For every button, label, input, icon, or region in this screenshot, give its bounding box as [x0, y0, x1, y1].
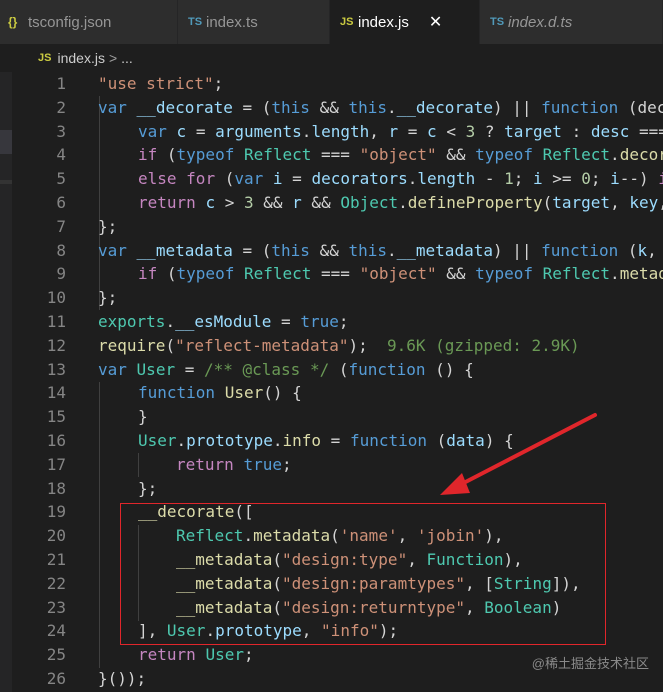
- code-line: 1 "use strict";: [0, 72, 663, 96]
- code-text: require("reflect-metadata"); 9.6K (gzipp…: [98, 335, 580, 355]
- code-line: 11 exports.__esModule = true;: [0, 310, 663, 334]
- tab-label: index.ts: [206, 13, 258, 31]
- import-cost-hint: 9.6K (gzipped: 2.9K): [367, 335, 580, 355]
- code-line: 9 if (typeof Reflect === "object" && type…: [0, 262, 663, 286]
- code-text: var __decorate = (this && this.__decorat…: [98, 97, 663, 117]
- javascript-file-icon: JS: [38, 52, 52, 64]
- line-number: 9: [56, 264, 66, 284]
- code-text: }: [138, 407, 148, 427]
- highlight-box: [120, 503, 606, 645]
- tab-label: index.js: [358, 13, 409, 31]
- line-number: 5: [56, 169, 66, 189]
- code-line: 10};: [0, 286, 663, 310]
- typescript-file-icon: TS: [490, 16, 505, 28]
- code-text: }());: [98, 668, 147, 688]
- line-number: 12: [46, 335, 66, 355]
- code-text: var User = /** @class */ (function () {: [98, 359, 474, 379]
- tab-label: tsconfig.json: [28, 13, 112, 31]
- code-text: if (typeof Reflect === "object" && typeo…: [138, 264, 663, 284]
- code-text: return c > 3 && r && Object.defineProper…: [138, 192, 663, 212]
- line-number: 24: [46, 621, 66, 641]
- editor-tab-bar: {} tsconfig.json TS index.ts JS index.js…: [0, 0, 663, 44]
- code-text: };: [98, 288, 118, 308]
- line-number: 11: [46, 311, 66, 331]
- close-tab-icon[interactable]: ✕: [429, 12, 442, 32]
- line-number: 19: [46, 502, 66, 522]
- line-number: 4: [56, 145, 66, 165]
- code-text: var __metadata = (this && this.__metadat…: [98, 240, 657, 260]
- code-line: 14 function User() {: [0, 381, 663, 405]
- line-number: 26: [46, 668, 66, 688]
- code-text: var c = arguments.length, r = c < 3 ? ta…: [138, 121, 663, 141]
- line-number: 21: [46, 549, 66, 569]
- breadcrumb-file[interactable]: index.js: [57, 50, 104, 66]
- line-number: 3: [56, 121, 66, 141]
- code-text: "use strict";: [98, 74, 224, 93]
- code-line: 5 else for (var i = decorators.length - 1…: [0, 167, 663, 191]
- annotation-arrow-icon: [440, 413, 597, 495]
- code-text: else for (var i = decorators.length - 1;…: [138, 169, 663, 189]
- code-text: if (typeof Reflect === "object" && typeo…: [138, 145, 663, 165]
- tab-index-d-ts[interactable]: TS index.d.ts: [480, 0, 663, 44]
- line-number: 17: [46, 454, 66, 474]
- code-text: return true;: [176, 454, 292, 474]
- code-text: };: [138, 478, 158, 498]
- watermark: @稀土掘金技术社区: [531, 656, 649, 671]
- chevron-right-icon: >: [108, 50, 118, 66]
- code-line: 4 if (typeof Reflect === "object" && type…: [0, 143, 663, 167]
- code-text: exports.__esModule = true;: [98, 311, 349, 331]
- line-number: 7: [56, 216, 66, 236]
- tab-index-js[interactable]: JS index.js ✕: [330, 0, 480, 44]
- code-text: };: [98, 216, 118, 236]
- code-line: 3 var c = arguments.length, r = c < 3 ? t…: [0, 120, 663, 144]
- line-number: 13: [46, 359, 66, 379]
- line-number: 23: [46, 597, 66, 617]
- typescript-file-icon: TS: [188, 16, 203, 28]
- line-number: 16: [46, 430, 66, 450]
- line-number: 15: [46, 407, 66, 427]
- line-number: 8: [56, 240, 66, 260]
- code-text: function User() {: [138, 383, 302, 403]
- code-line: 8 var __metadata = (this && this.__metada…: [0, 239, 663, 263]
- code-line: 7};: [0, 215, 663, 239]
- tab-index-ts[interactable]: TS index.ts: [178, 0, 330, 44]
- line-number: 20: [46, 526, 66, 546]
- tab-tsconfig-json[interactable]: {} tsconfig.json: [0, 0, 178, 44]
- javascript-file-icon: JS: [340, 16, 354, 28]
- line-number: 22: [46, 573, 66, 593]
- line-number: 1: [56, 74, 66, 93]
- line-number: 10: [46, 288, 66, 308]
- breadcrumb-more[interactable]: ...: [121, 50, 133, 66]
- code-text: return User;: [138, 645, 254, 665]
- line-number: 18: [46, 478, 66, 498]
- line-number: 6: [56, 192, 66, 212]
- line-number: 25: [46, 645, 66, 665]
- json-file-icon: {}: [8, 15, 18, 29]
- line-number: 2: [56, 97, 66, 117]
- line-number: 14: [46, 383, 66, 403]
- code-line: 12 require("reflect-metadata"); 9.6K (gzi…: [0, 334, 663, 358]
- code-line: 2 var __decorate = (this && this.__decora…: [0, 96, 663, 120]
- tab-label: index.d.ts: [508, 13, 573, 31]
- code-line: 6 return c > 3 && r && Object.definePrope…: [0, 191, 663, 215]
- breadcrumb: JS index.js > ...: [0, 44, 663, 72]
- code-line: 13 var User = /** @class */ (function () …: [0, 358, 663, 382]
